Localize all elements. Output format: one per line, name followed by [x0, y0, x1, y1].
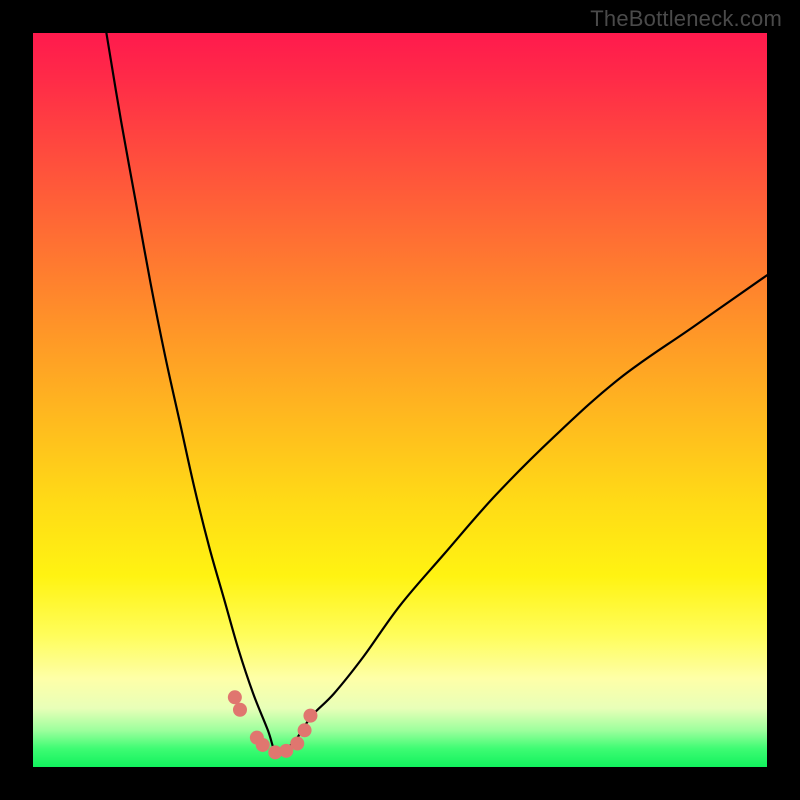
vertex-marker [290, 737, 304, 751]
bottleneck-curve [33, 33, 767, 767]
vertex-marker [256, 738, 270, 752]
bottleneck-curve-path [106, 33, 767, 755]
chart-frame: TheBottleneck.com [0, 0, 800, 800]
vertex-marker [298, 723, 312, 737]
vertex-marker [228, 690, 242, 704]
vertex-marker [233, 703, 247, 717]
attribution-text: TheBottleneck.com [590, 6, 782, 32]
plot-area [33, 33, 767, 767]
vertex-marker [303, 709, 317, 723]
